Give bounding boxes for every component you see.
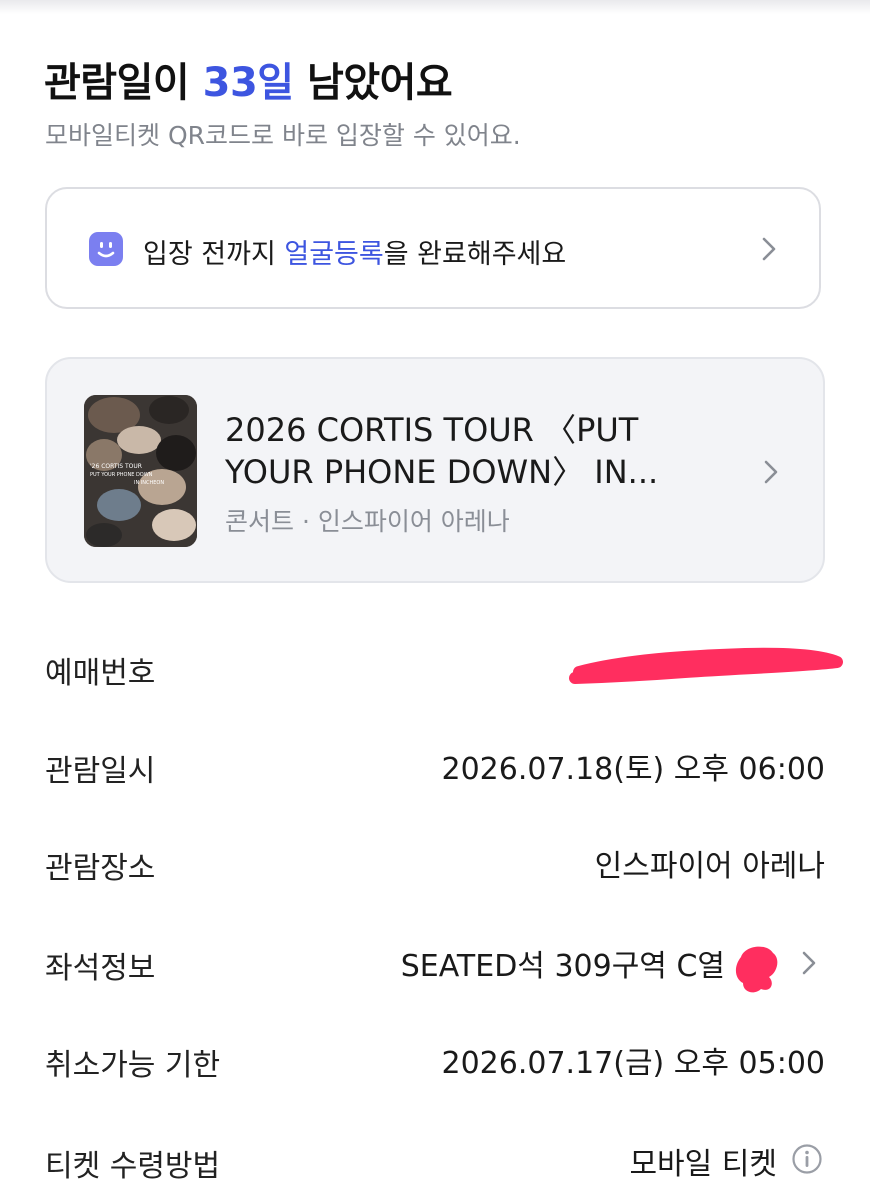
top-shadow [0, 0, 870, 14]
viewing-date-label: 관람일시 [45, 754, 156, 789]
page-subtitle: 모바일티켓 QR코드로 바로 입장할 수 있어요. [45, 121, 521, 150]
seat-info-row[interactable]: 좌석정보 SEATED석 309구역 C열 [45, 935, 825, 993]
face-registration-link[interactable]: 얼굴등록 [284, 239, 383, 270]
ticket-delivery-label: 티켓 수령방법 [45, 1149, 221, 1184]
cancel-deadline-row: 취소가능 기한 2026.07.17(금) 오후 05:00 [45, 1032, 825, 1083]
reservation-number-row: 예매번호 [45, 640, 843, 691]
cancel-deadline-label: 취소가능 기한 [45, 1048, 221, 1083]
venue-row: 관람장소 인스파이어 아레나 [45, 835, 825, 886]
ticket-delivery-value: 모바일 티켓 [629, 1147, 777, 1182]
svg-text:IN INCHEON: IN INCHEON [134, 480, 164, 486]
redaction-scribble [569, 647, 843, 684]
viewing-date-value: 2026.07.18(토) 오후 06:00 [441, 752, 825, 787]
chevron-right-icon[interactable] [795, 949, 823, 977]
venue-value: 인스파이어 아레나 [594, 849, 825, 884]
event-title: 2026 CORTIS TOUR 〈PUT YOUR PHONE DOWN〉 I… [225, 411, 659, 491]
page-title: 관람일이 33일 남았어요 [44, 50, 453, 108]
event-card[interactable]: '26 CORTIS TOUR PUT YOUR PHONE DOWN IN I… [45, 357, 825, 583]
seat-info-label: 좌석정보 [45, 951, 156, 986]
svg-text:PUT YOUR PHONE DOWN: PUT YOUR PHONE DOWN [90, 472, 153, 478]
redaction-scribble [735, 946, 778, 993]
reservation-number-label: 예매번호 [45, 656, 156, 691]
face-registration-banner[interactable]: 입장 전까지 얼굴등록을 완료해주세요 [45, 187, 821, 309]
chevron-right-icon [762, 237, 776, 261]
face-banner-text-before: 입장 전까지 [143, 239, 285, 270]
countdown-suffix: 남았어요 [293, 60, 453, 106]
cancel-deadline-value: 2026.07.17(금) 오후 05:00 [441, 1046, 825, 1081]
info-icon[interactable] [791, 1143, 823, 1175]
countdown-prefix: 관람일이 [44, 60, 203, 106]
event-poster-image: '26 CORTIS TOUR PUT YOUR PHONE DOWN IN I… [84, 395, 197, 547]
smile-face-icon [89, 232, 123, 266]
venue-label: 관람장소 [45, 851, 156, 886]
countdown-days: 33일 [202, 60, 294, 106]
seat-info-value: SEATED석 309구역 C열 [400, 949, 725, 984]
face-banner-text-after: 을 완료해주세요 [383, 239, 567, 270]
chevron-right-icon [764, 460, 778, 484]
face-registration-text: 입장 전까지 얼굴등록을 완료해주세요 [143, 232, 566, 271]
event-meta: 콘서트 · 인스파이어 아레나 [225, 507, 510, 536]
viewing-date-row: 관람일시 2026.07.18(토) 오후 06:00 [45, 738, 825, 789]
ticket-delivery-row: 티켓 수령방법 모바일 티켓 [45, 1133, 825, 1184]
svg-text:'26 CORTIS TOUR: '26 CORTIS TOUR [90, 463, 142, 470]
